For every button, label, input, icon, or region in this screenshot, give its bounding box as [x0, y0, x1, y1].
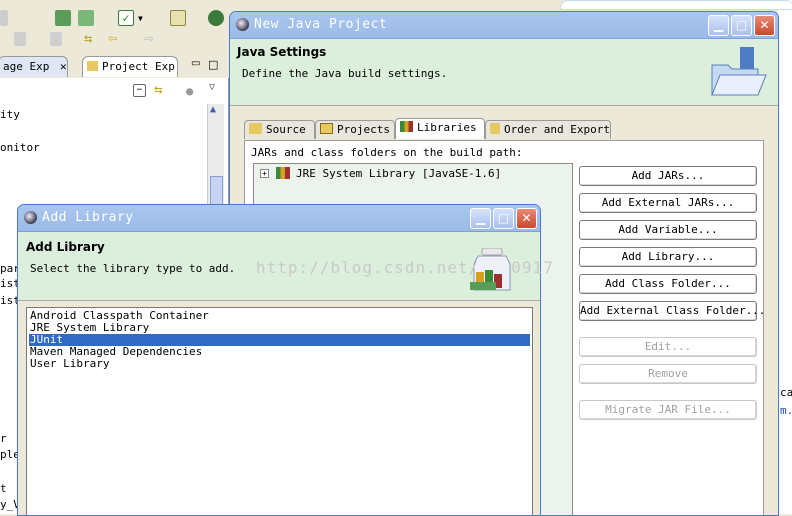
build-path-label: JARs and class folders on the build path… [251, 146, 523, 159]
dropdown-arrow-icon[interactable]: ▼ [138, 14, 146, 23]
order-export-icon [490, 123, 500, 134]
close-button[interactable]: ✕ [516, 208, 537, 229]
server-icon[interactable] [78, 10, 94, 26]
debug-bug-icon[interactable] [208, 10, 224, 26]
watermark: http://blog.csdn.net/0917 [256, 258, 554, 277]
list-item[interactable]: JRE System Library [29, 322, 530, 334]
tab-label: age Exp [3, 60, 50, 73]
view-menu-icon[interactable]: ● [186, 84, 202, 100]
source-folder-icon [249, 123, 262, 134]
tab-label: Source [266, 123, 306, 136]
background-window-edge [560, 0, 792, 10]
add-library-button[interactable]: Add Library... [579, 247, 757, 267]
back-arrow-icon[interactable]: ⇦ [108, 30, 124, 46]
maximize-button[interactable]: □ [493, 208, 514, 229]
open-folder-icon [711, 47, 767, 96]
tree-item-jre[interactable]: JRE System Library [JavaSE-1.6] [296, 167, 501, 180]
editor-link: m. [780, 404, 792, 417]
maximize-button[interactable]: □ [731, 15, 752, 36]
tab-source[interactable]: Source [244, 120, 315, 139]
remove-button[interactable]: Remove [579, 364, 757, 384]
tree-row[interactable]: t [0, 482, 7, 495]
button-column: Add JARs... Add External JARs... Add Var… [579, 166, 765, 426]
eclipse-icon [236, 18, 249, 31]
titlebar[interactable]: New Java Project ▁ □ ✕ [230, 12, 778, 39]
add-external-jars-button[interactable]: Add External JARs... [579, 193, 757, 213]
add-external-class-folder-button[interactable]: Add External Class Folder... [579, 301, 765, 321]
link-editor-icon[interactable]: ⇆ [154, 82, 170, 98]
libraries-books-icon [400, 121, 413, 132]
checkbox-task-icon[interactable]: ✓ [118, 10, 134, 26]
edit-button[interactable]: Edit... [579, 337, 757, 357]
watermark-text: http://blog.csdn.net/ [256, 258, 480, 277]
eclipse-icon [24, 211, 37, 224]
editor-text: ca [780, 386, 792, 399]
ide-view-tabs: age Exp ✕ Project Exp ▭ □ [0, 56, 228, 78]
header-description: Define the Java build settings. [242, 67, 448, 80]
tab-label: Projects [337, 123, 390, 136]
folder-icon [87, 61, 98, 71]
close-icon[interactable]: ✕ [60, 60, 67, 73]
collapse-icon[interactable] [0, 10, 8, 26]
wizard-body: Android Classpath Container JRE System L… [18, 301, 540, 515]
tab-package-explorer[interactable]: age Exp ✕ [0, 56, 68, 77]
close-button[interactable]: ✕ [754, 15, 775, 36]
tab-libraries[interactable]: Libraries [395, 118, 485, 139]
migrate-jar-file-button[interactable]: Migrate JAR File... [579, 400, 757, 420]
add-variable-button[interactable]: Add Variable... [579, 220, 757, 240]
nav-icon[interactable] [50, 32, 62, 46]
titlebar[interactable]: Add Library ▁ □ ✕ [18, 205, 540, 232]
last-edit-icon[interactable]: ⇆ [84, 32, 100, 48]
minimize-view-icon[interactable]: ▭ [191, 58, 207, 74]
minimize-button[interactable]: ▁ [470, 208, 491, 229]
tab-label: Project Exp [102, 60, 175, 73]
projects-folder-icon [320, 123, 333, 134]
expand-icon[interactable]: + [260, 169, 269, 178]
list-item[interactable]: User Library [29, 358, 530, 370]
add-library-dialog: Add Library ▁ □ ✕ Add Library Select the… [17, 204, 541, 516]
forward-arrow-icon[interactable]: ⇨ [144, 30, 160, 46]
wizard-header: Java Settings Define the Java build sett… [230, 39, 778, 106]
tab-strip: Source Projects Libraries Order and Expo… [244, 118, 624, 140]
add-jars-button[interactable]: Add JARs... [579, 166, 757, 186]
view-menu-arrow-icon[interactable]: ▽ [209, 82, 225, 98]
tab-label: Order and Export [504, 123, 610, 136]
header-description: Select the library type to add. [30, 262, 236, 275]
history-icon[interactable] [14, 32, 26, 46]
window-title: New Java Project [254, 17, 388, 32]
library-type-list[interactable]: Android Classpath Container JRE System L… [26, 307, 533, 515]
panel-scrollbar[interactable]: ▲ [207, 104, 224, 214]
maximize-view-icon[interactable]: □ [208, 58, 224, 74]
tree-row[interactable]: ity [0, 108, 20, 121]
library-books-icon [276, 167, 290, 179]
tree-row[interactable]: r [0, 432, 7, 445]
watermark-tail: 0917 [511, 258, 554, 277]
tab-order-and-export[interactable]: Order and Export [485, 120, 611, 139]
header-title: Add Library [26, 240, 105, 254]
collapse-all-icon[interactable]: − [133, 84, 146, 97]
window-title: Add Library [42, 210, 134, 225]
header-title: Java Settings [237, 45, 327, 59]
minimize-button[interactable]: ▁ [708, 15, 729, 36]
tab-project-explorer[interactable]: Project Exp [82, 56, 178, 77]
scroll-up-icon[interactable]: ▲ [210, 104, 216, 115]
tab-projects[interactable]: Projects [315, 120, 395, 139]
right-editor-strip: ca m. [778, 0, 792, 514]
add-class-folder-button[interactable]: Add Class Folder... [579, 274, 757, 294]
tree-row[interactable]: onitor [0, 141, 40, 154]
tab-label: Libraries [417, 121, 477, 134]
save-icon[interactable] [55, 10, 71, 26]
new-class-icon[interactable] [170, 10, 186, 26]
